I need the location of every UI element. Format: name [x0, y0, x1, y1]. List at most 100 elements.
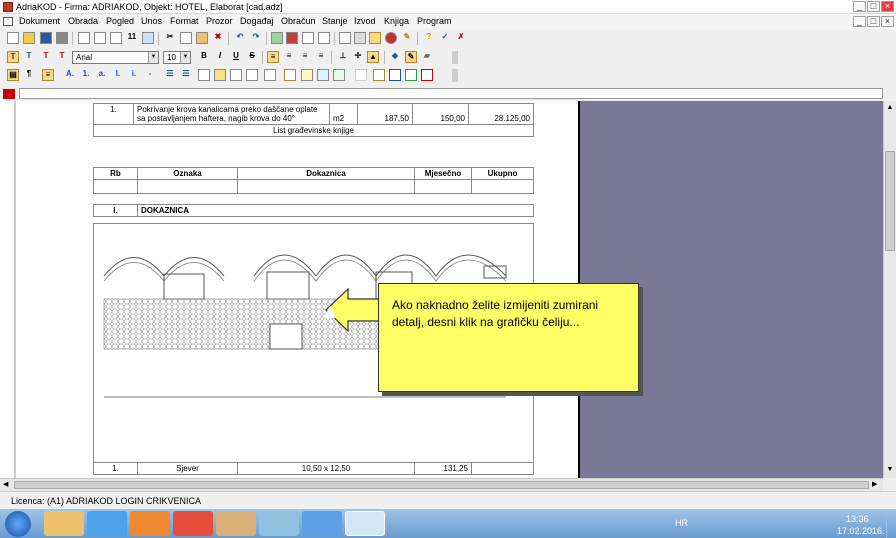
valign-middle-icon[interactable]: ✢ [352, 51, 364, 63]
eraser-icon[interactable]: ▰ [421, 51, 433, 63]
system-tray-icons[interactable] [695, 518, 810, 529]
refresh-icon[interactable] [271, 32, 283, 44]
zoom-detail-icon[interactable] [369, 32, 381, 44]
border-green-icon[interactable] [405, 69, 417, 81]
formula-input[interactable] [19, 88, 883, 99]
open-folder-icon[interactable] [23, 32, 35, 44]
menu-dogadaj[interactable]: Događaj [240, 16, 274, 26]
menu-obracun[interactable]: Obračun [281, 16, 316, 26]
cell-white-icon[interactable] [355, 69, 367, 81]
cell-yellow-icon[interactable] [301, 69, 313, 81]
scroll-right-icon[interactable]: ▶ [872, 480, 882, 490]
menu-program[interactable]: Program [417, 16, 452, 26]
menu-stanje[interactable]: Stanje [322, 16, 348, 26]
delete-icon[interactable]: ✖ [212, 32, 224, 44]
page-setup-icon[interactable] [110, 32, 122, 44]
valign-bottom-icon[interactable]: ⊥ [337, 51, 349, 63]
close-button[interactable]: × [881, 1, 894, 12]
bullet-list-icon[interactable]: ☰ [164, 69, 176, 81]
menu-prozor[interactable]: Prozor [206, 16, 233, 26]
scroll-left-icon[interactable]: ◀ [3, 480, 13, 490]
insert-object-icon[interactable] [264, 69, 276, 81]
border-blue-icon[interactable] [389, 69, 401, 81]
save-icon[interactable] [40, 32, 52, 44]
text-style-2-icon[interactable]: T [23, 51, 35, 63]
help-icon[interactable]: ? [423, 32, 435, 44]
adriakod-taskbar-icon[interactable] [345, 511, 385, 536]
browser-taskbar-icon[interactable] [302, 511, 342, 536]
pen-icon[interactable]: ✎ [405, 51, 417, 63]
explorer-taskbar-icon[interactable] [44, 511, 84, 536]
cell-border-icon[interactable] [284, 69, 296, 81]
doc-minimize-button[interactable]: _ [853, 16, 866, 27]
italic-button[interactable]: I [214, 51, 226, 63]
insert-table-icon[interactable] [246, 69, 258, 81]
paragraph-icon[interactable]: ¶ [23, 69, 35, 81]
insert-image-icon[interactable] [198, 69, 210, 81]
toolbar-handle[interactable] [452, 69, 458, 82]
clock-date[interactable]: 17.02.2016. [837, 526, 885, 536]
strike-button[interactable]: S [246, 51, 258, 63]
redo-icon[interactable]: ↷ [250, 32, 262, 44]
menu-izvod[interactable]: Izvod [354, 16, 376, 26]
home-icon[interactable] [286, 32, 298, 44]
media-player-taskbar-icon[interactable] [130, 511, 170, 536]
scroll-thumb-h[interactable] [14, 481, 869, 489]
text-style-3-icon[interactable]: T [40, 51, 52, 63]
show-desktop-button[interactable] [886, 509, 896, 538]
copy-icon[interactable] [180, 32, 192, 44]
insert-frame-icon[interactable] [214, 69, 226, 81]
doc-restore-button[interactable]: □ [867, 16, 880, 27]
paint-taskbar-icon[interactable] [216, 511, 256, 536]
brush-icon[interactable]: ✎ [401, 32, 413, 44]
layout-icon[interactable] [142, 32, 154, 44]
undo-icon[interactable]: ↶ [234, 32, 246, 44]
menu-obrada[interactable]: Obrada [68, 16, 98, 26]
table-icon[interactable] [339, 32, 351, 44]
print-icon[interactable] [56, 32, 68, 44]
numbering-dash-icon[interactable]: - [144, 69, 156, 81]
zoom-page-icon[interactable] [94, 32, 106, 44]
underline-button[interactable]: U [230, 51, 242, 63]
truck-icon[interactable] [354, 32, 366, 44]
cell-format-icon[interactable]: ▤ [7, 69, 19, 81]
table-row[interactable]: 1. Pokrivanje krova kanalicama preko daš… [93, 103, 534, 125]
align-center-icon[interactable]: ≡ [283, 51, 295, 63]
border-black-icon[interactable] [373, 69, 385, 81]
scroll-down-icon[interactable]: ▼ [885, 466, 895, 476]
bold-button[interactable]: B [198, 51, 210, 63]
menu-dokument[interactable]: Dokument [19, 16, 60, 26]
text-style-1-icon[interactable]: T [7, 51, 19, 63]
print-preview-icon[interactable] [78, 32, 90, 44]
chrome-taskbar-icon[interactable] [173, 511, 213, 536]
cut-icon[interactable]: ✂ [164, 32, 176, 44]
table-row[interactable]: 1. Sjever 10,50 x 12,50 131,25 [93, 462, 534, 475]
numbering-a-icon[interactable]: A. [64, 69, 76, 81]
menu-unos[interactable]: Unos [141, 16, 162, 26]
insert-chart-icon[interactable] [230, 69, 242, 81]
toolbar-handle[interactable] [452, 51, 458, 64]
text-style-4-icon[interactable]: T [56, 51, 68, 63]
paste-icon[interactable] [196, 32, 208, 44]
numbering-roman-icon[interactable]: i. [128, 69, 140, 81]
border-red-icon[interactable] [421, 69, 433, 81]
language-indicator[interactable]: HR [675, 518, 688, 528]
menu-pogled[interactable]: Pogled [106, 16, 134, 26]
numbering-1-icon[interactable]: 1. [80, 69, 92, 81]
app-taskbar-icon[interactable] [259, 511, 299, 536]
align-left-icon[interactable]: ≡ [267, 51, 279, 63]
indent-icon[interactable]: ☰ [180, 69, 192, 81]
list-icon[interactable] [302, 32, 314, 44]
new-document-icon[interactable] [7, 32, 19, 44]
check-icon[interactable]: ✓ [439, 32, 451, 44]
restore-button[interactable]: □ [867, 1, 880, 12]
scroll-thumb[interactable] [885, 151, 895, 251]
start-button[interactable] [5, 511, 31, 537]
ie-taskbar-icon[interactable] [87, 511, 127, 536]
clock-time[interactable]: 13:36 [846, 514, 869, 524]
scroll-up-icon[interactable]: ▲ [885, 104, 895, 114]
doc-close-button[interactable]: × [881, 16, 894, 27]
minimize-button[interactable]: _ [853, 1, 866, 12]
horizontal-scrollbar[interactable]: ◀ ▶ [0, 478, 883, 491]
menu-format[interactable]: Format [170, 16, 199, 26]
